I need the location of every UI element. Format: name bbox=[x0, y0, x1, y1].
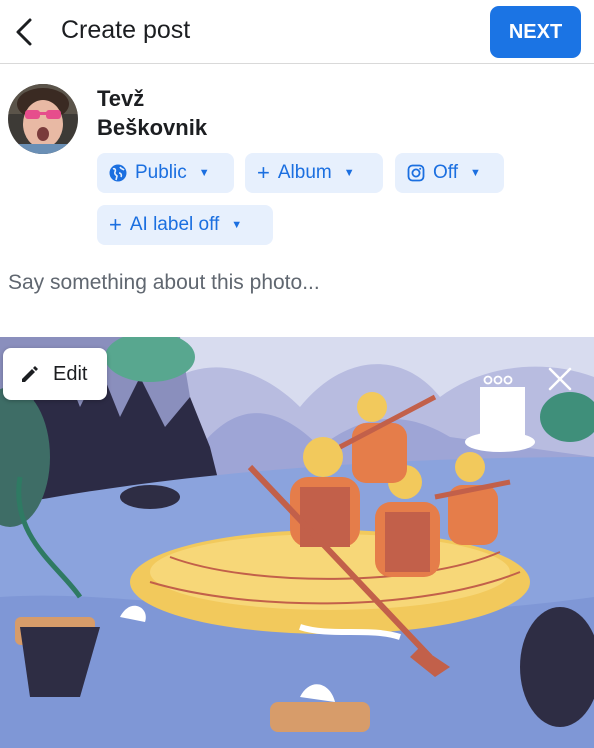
back-button[interactable] bbox=[10, 14, 42, 50]
caret-down-icon: ▼ bbox=[470, 167, 481, 179]
globe-icon bbox=[109, 164, 127, 182]
instagram-label: Off bbox=[433, 162, 458, 183]
avatar bbox=[8, 84, 78, 154]
privacy-label: Public bbox=[135, 162, 187, 183]
more-options-button[interactable] bbox=[482, 372, 514, 388]
instagram-icon bbox=[407, 164, 425, 182]
caret-down-icon: ▼ bbox=[231, 219, 243, 231]
album-chip[interactable]: + Album ▼ bbox=[245, 153, 383, 193]
caret-down-icon: ▼ bbox=[198, 167, 210, 179]
next-button[interactable]: NEXT bbox=[490, 6, 581, 58]
edit-label: Edit bbox=[53, 362, 88, 385]
caption-input[interactable]: Say something about this photo... bbox=[8, 271, 320, 295]
close-icon bbox=[548, 367, 572, 391]
chevron-left-icon bbox=[16, 18, 32, 46]
more-dots-icon bbox=[483, 375, 513, 385]
user-last-name: Beškovnik bbox=[97, 115, 208, 140]
ai-label-chip[interactable]: + AI label off ▼ bbox=[97, 205, 273, 245]
caret-down-icon: ▼ bbox=[343, 167, 355, 179]
album-label: Album bbox=[277, 162, 332, 183]
privacy-chip[interactable]: Public ▼ bbox=[97, 153, 234, 193]
username: Tevž Beškovnik bbox=[97, 84, 207, 142]
remove-photo-button[interactable] bbox=[546, 365, 574, 393]
edit-photo-button[interactable]: Edit bbox=[3, 348, 107, 400]
pencil-icon bbox=[22, 366, 38, 382]
plus-icon: + bbox=[257, 160, 270, 185]
page-title: Create post bbox=[61, 16, 191, 44]
top-bar: Create post NEXT bbox=[0, 0, 594, 64]
plus-icon: + bbox=[109, 212, 122, 237]
instagram-chip[interactable]: Off ▼ bbox=[395, 153, 504, 193]
ai-label: AI label off bbox=[129, 214, 220, 235]
user-first-name: Tevž bbox=[97, 86, 145, 111]
